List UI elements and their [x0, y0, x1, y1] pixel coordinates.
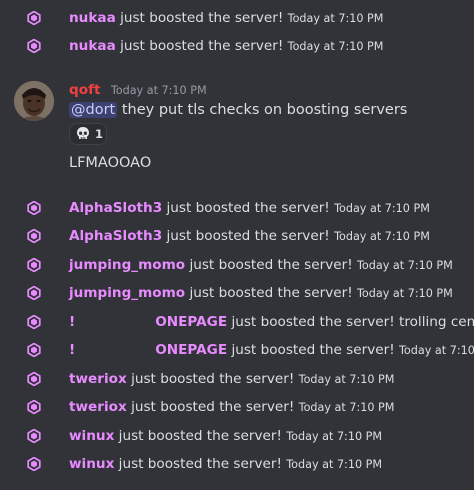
message-timestamp[interactable]: Today at 7:10 PM [286, 458, 382, 471]
chat-messages: nukaa just boosted the server! Today at … [0, 0, 474, 490]
boost-message-text: just boosted the server! [131, 371, 295, 387]
boost-message-text: just boosted the server! [189, 257, 353, 273]
boost-system-message: nukaa just boosted the server! Today at … [0, 33, 474, 59]
nitro-boost-icon [27, 315, 41, 329]
nitro-boost-icon [27, 286, 41, 300]
boost-system-message: tweriox just boosted the server! Today a… [0, 394, 474, 420]
boost-system-message: jumping_momo just boosted the server! To… [0, 280, 474, 306]
message-timestamp[interactable]: Today at 7:10 PM [399, 344, 474, 357]
boost-system-message: AlphaSloth3 just boosted the server! Tod… [0, 223, 474, 249]
message-author[interactable]: qoft [69, 82, 100, 98]
avatar[interactable] [14, 81, 54, 121]
boost-message-text: just boosted the server! [166, 200, 330, 216]
booster-username[interactable]: ! [69, 314, 75, 330]
boost-system-message: AlphaSloth3 just boosted the server! Tod… [0, 195, 474, 221]
message-timestamp[interactable]: Today at 7:10 PM [288, 40, 384, 53]
booster-username[interactable]: ! [69, 342, 75, 358]
booster-username[interactable]: tweriox [69, 399, 127, 415]
boost-message-text: just boosted the server! [120, 38, 284, 54]
message-timestamp[interactable]: Today at 7:10 PM [299, 401, 395, 414]
boost-message-text: just boosted the server! [118, 456, 282, 472]
boost-message-text: just boosted the server! [166, 228, 330, 244]
booster-username[interactable]: nukaa [69, 10, 116, 26]
boost-message-text: just boosted the server! [120, 10, 284, 26]
nitro-boost-icon [27, 201, 41, 215]
boost-message-text: just boosted the server! [131, 399, 295, 415]
boost-system-message: nukaa just boosted the server! Today at … [0, 5, 474, 31]
boost-system-message: jumping_momo just boosted the server! To… [0, 252, 474, 278]
booster-name-suffix[interactable]: ONEPAGE [155, 342, 227, 358]
message-content: @dort they put tls checks on boosting se… [69, 100, 407, 120]
message-timestamp[interactable]: Today at 7:10 PM [334, 230, 430, 243]
reaction-count: 1 [95, 127, 104, 141]
message-timestamp[interactable]: Today at 7:10 PM [111, 84, 207, 97]
booster-username[interactable]: winux [69, 428, 114, 444]
boost-message-text: just boosted the server! [118, 428, 282, 444]
boost-message-text: just boosted the server! [189, 285, 353, 301]
booster-username[interactable]: nukaa [69, 38, 116, 54]
booster-username[interactable]: AlphaSloth3 [69, 200, 162, 216]
message-timestamp[interactable]: Today at 7:10 PM [334, 202, 430, 215]
reaction-button[interactable]: 1 [69, 123, 107, 145]
boost-system-message: winux just boosted the server! Today at … [0, 423, 474, 449]
boost-system-message: tweriox just boosted the server! Today a… [0, 366, 474, 392]
boost-system-message: ! ONEPAGE just boosted the server! trolli… [0, 309, 474, 335]
message-timestamp[interactable]: Today at 7:10 PM [357, 259, 453, 272]
booster-username[interactable]: jumping_momo [69, 285, 185, 301]
boost-system-message: winux just boosted the server! Today at … [0, 451, 474, 477]
booster-username[interactable]: jumping_momo [69, 257, 185, 273]
skull-icon [75, 126, 91, 142]
nitro-boost-icon [27, 457, 41, 471]
nitro-boost-icon [27, 400, 41, 414]
nitro-boost-icon [27, 429, 41, 443]
booster-username[interactable]: AlphaSloth3 [69, 228, 162, 244]
message-timestamp[interactable]: Today at 7:10 PM [357, 287, 453, 300]
user-mention[interactable]: @dort [69, 102, 118, 118]
nitro-boost-icon [27, 258, 41, 272]
nitro-boost-icon [27, 343, 41, 357]
booster-username[interactable]: winux [69, 456, 114, 472]
nitro-boost-icon [27, 372, 41, 386]
booster-username[interactable]: tweriox [69, 371, 127, 387]
booster-name-suffix[interactable]: ONEPAGE [155, 314, 227, 330]
nitro-boost-icon [27, 11, 41, 25]
boost-message-text: just boosted the server! [231, 342, 395, 358]
user-message-group: qoft Today at 7:10 PM @dort they put tls… [0, 78, 474, 183]
message-text: LFMAOOAO [69, 155, 152, 171]
boost-system-message: ! ONEPAGE just boosted the server! Today … [0, 337, 474, 363]
boost-message-text: just boosted the server! trolling center… [231, 314, 474, 330]
message-text: they put tls checks on boosting servers [121, 102, 408, 118]
nitro-boost-icon [27, 39, 41, 53]
message-timestamp[interactable]: Today at 7:10 PM [286, 430, 382, 443]
message-timestamp[interactable]: Today at 7:10 PM [288, 12, 384, 25]
nitro-boost-icon [27, 229, 41, 243]
message-timestamp[interactable]: Today at 7:10 PM [299, 373, 395, 386]
